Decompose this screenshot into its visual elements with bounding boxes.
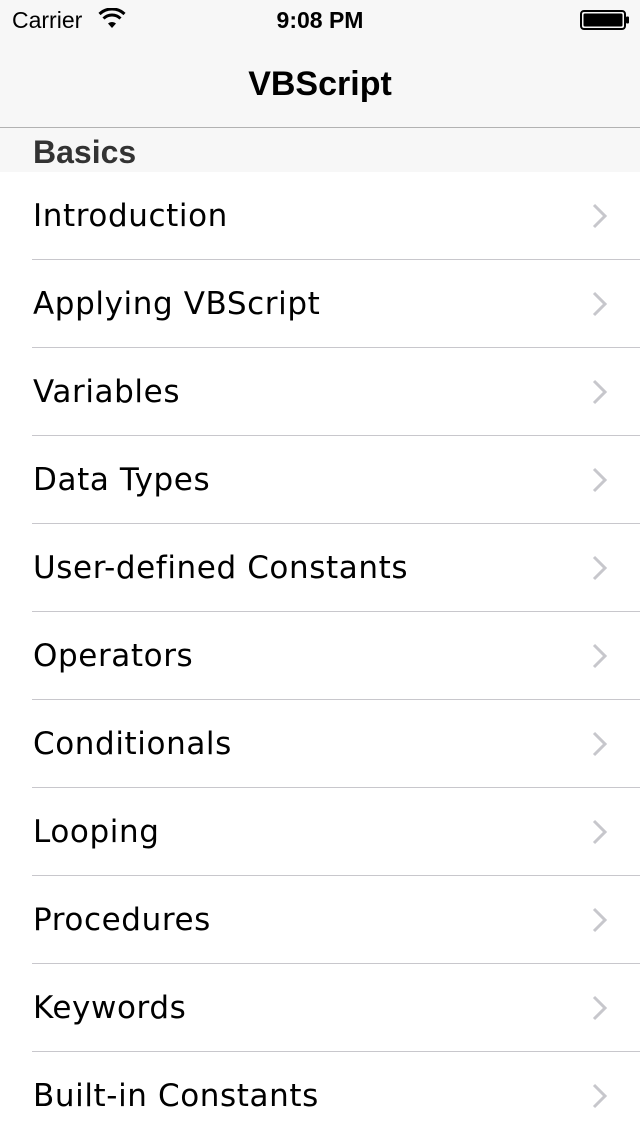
list-item-label: Data Types — [33, 462, 211, 498]
list-item-label: Operators — [33, 638, 194, 674]
list-item-keywords[interactable]: Keywords — [0, 964, 640, 1052]
list-item-looping[interactable]: Looping — [0, 788, 640, 876]
chevron-right-icon — [592, 467, 608, 493]
list-item-conditionals[interactable]: Conditionals — [0, 700, 640, 788]
section-title: Basics — [33, 134, 137, 170]
list-item-introduction[interactable]: Introduction — [0, 172, 640, 260]
status-bar: Carrier 9:08 PM — [0, 0, 640, 40]
section-header: Basics — [0, 128, 640, 172]
list-item-label: Variables — [33, 374, 181, 410]
list-item-label: Looping — [33, 814, 160, 850]
status-time: 9:08 PM — [276, 7, 364, 33]
list-item-label: User-defined Constants — [33, 550, 409, 586]
list-item-label: Introduction — [33, 198, 228, 234]
chevron-right-icon — [592, 819, 608, 845]
list-item-user-defined-constants[interactable]: User-defined Constants — [0, 524, 640, 612]
page-title: VBScript — [248, 65, 392, 103]
top-bars: Carrier 9:08 PM VBScript — [0, 0, 640, 128]
chevron-right-icon — [592, 995, 608, 1021]
chevron-right-icon — [592, 907, 608, 933]
list-item-label: Applying VBScript — [33, 286, 321, 322]
list-item-label: Keywords — [33, 990, 187, 1026]
topic-list: Introduction Applying VBScript Variables… — [0, 172, 640, 1136]
list-item-label: Built-in Constants — [33, 1078, 319, 1114]
list-item-operators[interactable]: Operators — [0, 612, 640, 700]
list-item-label: Procedures — [33, 902, 211, 938]
chevron-right-icon — [592, 643, 608, 669]
screen: Carrier 9:08 PM VBScript Basics Introduc… — [0, 0, 640, 1136]
chevron-right-icon — [592, 731, 608, 757]
list-item-label: Conditionals — [33, 726, 232, 762]
navigation-bar: VBScript — [0, 40, 640, 128]
list-item-built-in-constants[interactable]: Built-in Constants — [0, 1052, 640, 1136]
chevron-right-icon — [592, 379, 608, 405]
chevron-right-icon — [592, 203, 608, 229]
list-item-variables[interactable]: Variables — [0, 348, 640, 436]
list-item-procedures[interactable]: Procedures — [0, 876, 640, 964]
chevron-right-icon — [592, 1083, 608, 1109]
battery-icon — [580, 10, 629, 30]
chevron-right-icon — [592, 555, 608, 581]
chevron-right-icon — [592, 291, 608, 317]
list-item-applying-vbscript[interactable]: Applying VBScript — [0, 260, 640, 348]
list-item-data-types[interactable]: Data Types — [0, 436, 640, 524]
